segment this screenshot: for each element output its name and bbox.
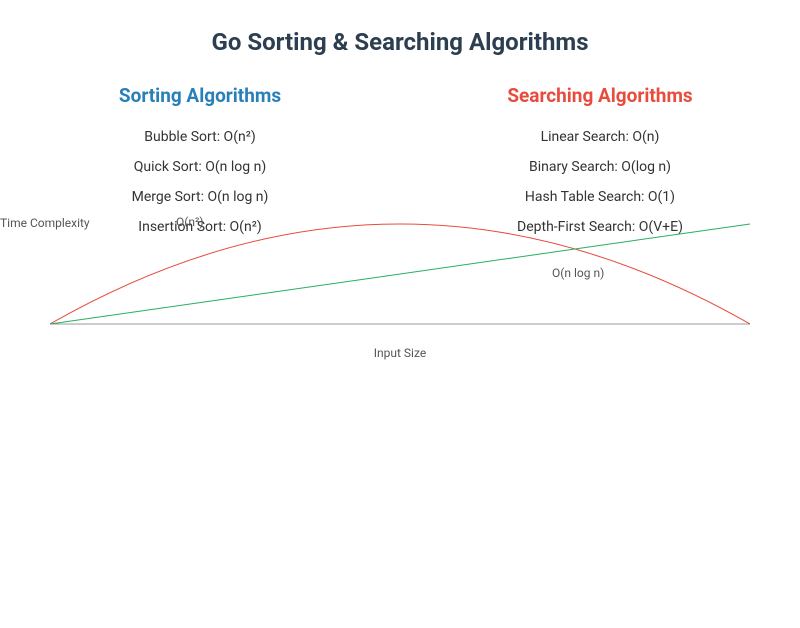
list-item: Binary Search: O(log n) bbox=[400, 159, 800, 175]
y-axis-label: Time Complexity bbox=[0, 216, 90, 230]
curve-label-nlogn: O(n log n) bbox=[552, 266, 604, 280]
list-item: Quick Sort: O(n log n) bbox=[0, 159, 400, 175]
list-item: Linear Search: O(n) bbox=[400, 129, 800, 145]
algorithm-columns: Sorting Algorithms Bubble Sort: O(n²) Qu… bbox=[0, 84, 800, 249]
x-axis-label: Input Size bbox=[0, 346, 800, 360]
page-title: Go Sorting & Searching Algorithms bbox=[0, 28, 800, 56]
list-item: Depth-First Search: O(V+E) bbox=[400, 219, 800, 235]
sorting-heading: Sorting Algorithms bbox=[0, 84, 400, 107]
curve-label-n2: O(n²) bbox=[176, 215, 204, 229]
searching-column: Searching Algorithms Linear Search: O(n)… bbox=[400, 84, 800, 249]
list-item: Bubble Sort: O(n²) bbox=[0, 129, 400, 145]
list-item: Merge Sort: O(n log n) bbox=[0, 189, 400, 205]
list-item: Hash Table Search: O(1) bbox=[400, 189, 800, 205]
searching-heading: Searching Algorithms bbox=[400, 84, 800, 107]
